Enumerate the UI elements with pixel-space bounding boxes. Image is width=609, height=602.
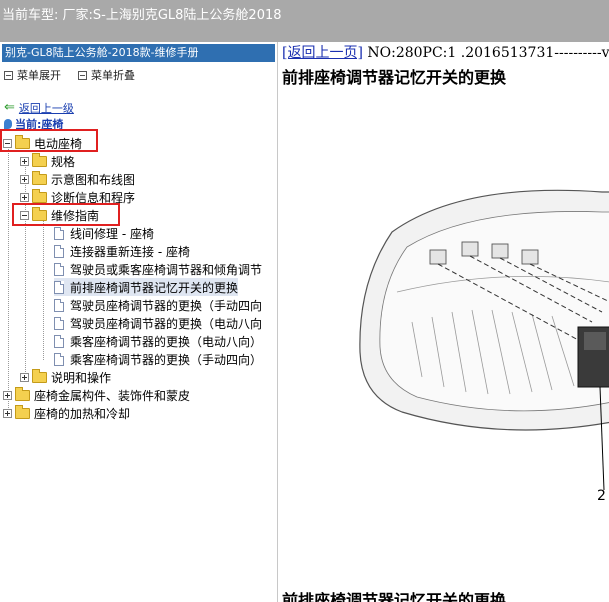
doc-item[interactable]: 驾驶员或乘客座椅调节器和倾角调节 (54, 260, 262, 278)
doc-item-label: 驾驶员座椅调节器的更换（手动四向 (70, 298, 263, 313)
document-icon (54, 334, 64, 348)
highlight-box (0, 129, 98, 152)
folder-icon (32, 368, 47, 383)
tree-item-description[interactable]: 说明和操作 (20, 368, 111, 386)
back-up-level[interactable]: ⇐ 返回上一级 (4, 100, 74, 116)
window-title: 当前车型: 厂家:S-上海别克GL8陆上公务舱2018 (2, 8, 282, 23)
doc-item-label: 驾驶员或乘客座椅调节器和倾角调节 (70, 262, 263, 277)
folder-icon (15, 386, 30, 401)
highlight-box (12, 203, 120, 226)
folder-icon (32, 188, 47, 203)
manual-tree-panel: 别克-GL8陆上公务舱-2018款-维修手册 菜单展开 菜单折叠 ⇐ 返回上一级… (0, 42, 278, 602)
expand-all-label: 菜单展开 (17, 69, 61, 82)
manual-title: 别克-GL8陆上公务舱-2018款-维修手册 (2, 44, 275, 62)
document-view: [返回上一页] NO:280PC:1 .2016513731----------… (282, 42, 609, 602)
collapse-icon (78, 70, 87, 80)
tree-item-seat-metal[interactable]: 座椅金属构件、装饰件和蒙皮 (3, 386, 190, 404)
back-arrow-icon: ⇐ (4, 100, 15, 115)
tree-item-specs[interactable]: 规格 (20, 152, 75, 170)
tree-item-label: 座椅的加热和冷却 (34, 406, 131, 421)
doc-item-label: 线间修理 - 座椅 (70, 226, 154, 241)
doc-item[interactable]: 乘客座椅调节器的更换（手动四向） (54, 350, 262, 368)
document-icon (54, 316, 64, 330)
collapse-all-button[interactable]: 菜单折叠 (78, 67, 135, 83)
tree-item-seat-heating[interactable]: 座椅的加热和冷却 (3, 404, 130, 422)
doc-nav-line: [返回上一页] NO:280PC:1 .2016513731----------… (282, 42, 609, 62)
document-icon (54, 244, 64, 258)
folder-icon (32, 152, 47, 167)
expand-icon (4, 70, 13, 80)
seat-switch-illustration: 2 (359, 189, 609, 502)
expand-toggle-icon[interactable] (3, 390, 12, 400)
expand-toggle-icon[interactable] (20, 372, 29, 382)
doc-id: NO:280PC:1 .2016513731----------v (362, 45, 609, 61)
doc-item-label: 连接器重新连接 - 座椅 (70, 244, 190, 259)
back-page-link[interactable]: [返回上一页] (282, 45, 363, 61)
doc-item[interactable]: 驾驶员座椅调节器的更换（电动八向 (54, 314, 262, 332)
doc-item-selected[interactable]: 前排座椅调节器记忆开关的更换 (54, 278, 239, 296)
back-up-level-link[interactable]: 返回上一级 (19, 100, 74, 116)
expand-toggle-icon[interactable] (3, 408, 12, 418)
callout-number: 2 (597, 488, 606, 502)
tree-item-label: 示意图和布线图 (51, 172, 136, 187)
doc-item[interactable]: 连接器重新连接 - 座椅 (54, 242, 190, 260)
folder-icon (15, 404, 30, 419)
expand-toggle-icon[interactable] (20, 174, 29, 184)
document-icon (54, 262, 64, 276)
doc-item-label: 乘客座椅调节器的更换（电动八向） (70, 334, 263, 349)
collapse-all-label: 菜单折叠 (91, 69, 135, 82)
expand-toggle-icon[interactable] (20, 156, 29, 166)
tree-item-label: 说明和操作 (51, 370, 112, 385)
folder-icon (32, 170, 47, 185)
doc-item[interactable]: 线间修理 - 座椅 (54, 224, 154, 242)
doc-item-label: 驾驶员座椅调节器的更换（电动八向 (70, 316, 263, 331)
doc-item[interactable]: 驾驶员座椅调节器的更换（手动四向 (54, 296, 262, 314)
expand-all-button[interactable]: 菜单展开 (4, 67, 61, 83)
doc-item-label: 乘客座椅调节器的更换（手动四向） (70, 352, 263, 367)
location-pin-icon (4, 119, 12, 129)
doc-item[interactable]: 乘客座椅调节器的更换（电动八向） (54, 332, 262, 350)
doc-title: 前排座椅调节器记忆开关的更换 (282, 68, 507, 87)
expand-toggle-icon[interactable] (20, 192, 29, 202)
tree-item-diagrams[interactable]: 示意图和布线图 (20, 170, 135, 188)
doc-item-label: 前排座椅调节器记忆开关的更换 (70, 280, 239, 295)
title-bar: 当前车型: 厂家:S-上海别克GL8陆上公务舱2018 (0, 0, 609, 42)
tree-item-label: 规格 (51, 154, 76, 169)
document-icon (54, 352, 64, 366)
document-icon (54, 226, 64, 240)
doc-title-bottom: 前排座椅调节器记忆开关的更换 (282, 591, 507, 602)
document-icon (54, 280, 64, 294)
document-icon (54, 298, 64, 312)
tree-item-label: 座椅金属构件、装饰件和蒙皮 (34, 388, 191, 403)
